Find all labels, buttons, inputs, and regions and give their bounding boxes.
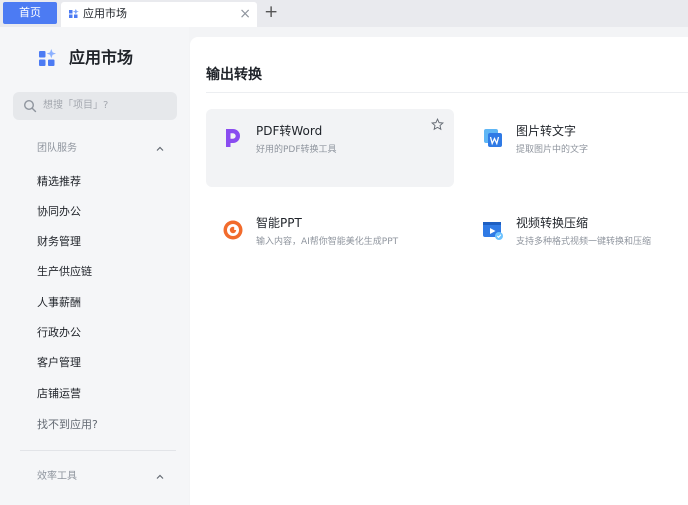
add-tab-icon[interactable]: + xyxy=(264,1,278,23)
sidebar-item-admin[interactable]: 行政办公 xyxy=(37,325,81,341)
sidebar-item-crm[interactable]: 客户管理 xyxy=(37,355,81,371)
app-name: 视频转换压缩 xyxy=(516,216,589,230)
sidebar-item-finance[interactable]: 财务管理 xyxy=(37,234,81,250)
sidebar-item-store-ops[interactable]: 店铺运营 xyxy=(37,386,81,402)
star-icon[interactable] xyxy=(431,118,444,131)
app-name: 图片转文字 xyxy=(516,124,577,138)
app-card-image-to-text[interactable]: 图片转文字 提取图片中的文字 xyxy=(466,109,688,187)
search-placeholder: 想搜「项目」? xyxy=(43,100,109,111)
search-icon xyxy=(23,99,37,113)
not-found-link[interactable]: 找不到应用? xyxy=(37,417,98,433)
app-market-logo-icon xyxy=(39,49,56,66)
section-title: 输出转换 xyxy=(206,67,262,83)
tab-app-market[interactable]: 应用市场 × xyxy=(61,2,257,27)
main-panel: 输出转换 PDF转Word 好用的PDF转换工具 图片转文字 提取图片中的文字 … xyxy=(190,37,688,505)
sidebar-item-featured[interactable]: 精选推荐 xyxy=(37,174,81,190)
search-input[interactable]: 想搜「项目」? xyxy=(13,92,177,120)
sidebar-item-collaboration[interactable]: 协同办公 xyxy=(37,204,81,220)
sidebar-divider xyxy=(20,450,176,451)
group-title-efficiency-tools[interactable]: 效率工具 xyxy=(37,470,77,484)
app-description: 支持多种格式视频一键转换和压缩 xyxy=(516,237,652,247)
app-description: 好用的PDF转换工具 xyxy=(256,145,337,155)
smart-ppt-icon xyxy=(223,220,243,240)
tab-home[interactable]: 首页 xyxy=(3,2,57,24)
video-convert-icon xyxy=(483,222,503,240)
tab-label: 应用市场 xyxy=(83,7,127,20)
app-grid-icon xyxy=(69,9,79,18)
sidebar-title: 应用市场 xyxy=(69,48,134,67)
chevron-up-icon[interactable] xyxy=(155,144,165,154)
app-description: 输入内容，AI帮你智能美化生成PPT xyxy=(256,237,399,247)
app-name: 智能PPT xyxy=(256,216,302,230)
tab-bar: 首页 应用市场 × + xyxy=(0,0,688,27)
app-card-pdf-to-word[interactable]: PDF转Word 好用的PDF转换工具 xyxy=(206,109,454,187)
app-name: PDF转Word xyxy=(256,124,323,138)
close-icon[interactable]: × xyxy=(239,4,251,24)
app-description: 提取图片中的文字 xyxy=(516,145,589,155)
group-title-team-services[interactable]: 团队服务 xyxy=(37,142,77,156)
app-card-smart-ppt[interactable]: 智能PPT 输入内容，AI帮你智能美化生成PPT xyxy=(206,201,454,279)
sidebar: 应用市场 想搜「项目」? 团队服务 精选推荐 协同办公 财务管理 生产供应链 人… xyxy=(0,27,189,505)
chevron-up-icon[interactable] xyxy=(155,472,165,482)
app-card-video-convert[interactable]: 视频转换压缩 支持多种格式视频一键转换和压缩 xyxy=(466,201,688,279)
sidebar-item-supply-chain[interactable]: 生产供应链 xyxy=(37,264,92,280)
section-divider xyxy=(206,92,688,93)
pdf-logo-icon xyxy=(226,129,240,147)
sidebar-item-hr-payroll[interactable]: 人事薪酬 xyxy=(37,295,81,311)
image-to-text-icon xyxy=(484,129,502,147)
